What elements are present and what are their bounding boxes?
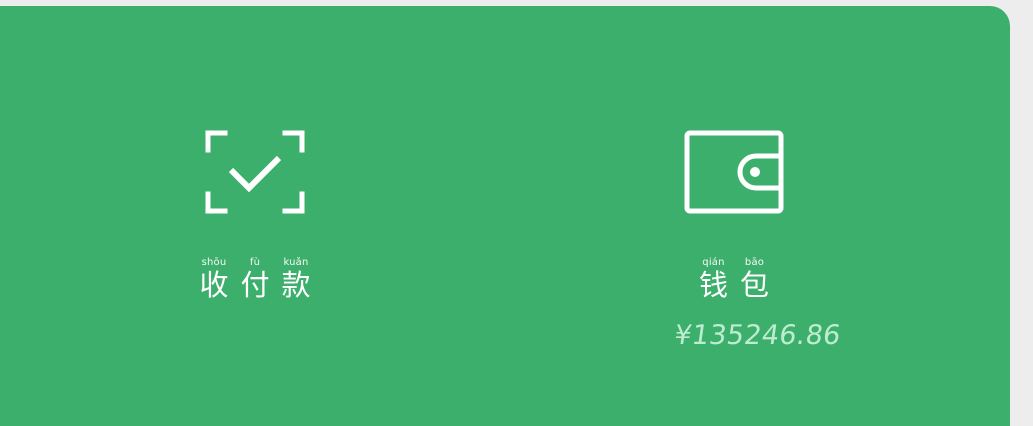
pinyin-text: shōu bbox=[201, 257, 227, 268]
pay-label: shōu 收 fù 付 kuǎn 款 bbox=[155, 258, 355, 300]
pinyin-text: fù bbox=[249, 257, 261, 268]
pinyin-text: kuǎn bbox=[283, 257, 309, 268]
hanzi-text: 包 bbox=[740, 268, 770, 302]
hanzi-text: 收 bbox=[199, 268, 229, 302]
wallet-char-1: qián 钱 bbox=[699, 258, 728, 300]
wallet-balance: ¥135246.86 bbox=[672, 320, 843, 351]
wallet-tile[interactable]: qián 钱 bāo 包 ¥135246.86 bbox=[505, 6, 1010, 426]
wallet-icon bbox=[684, 130, 784, 214]
hanzi-text: 钱 bbox=[698, 268, 728, 302]
hanzi-text: 款 bbox=[281, 268, 311, 302]
pay-char-1: shōu 收 bbox=[199, 258, 228, 300]
wallet-char-2: bāo 包 bbox=[740, 258, 769, 300]
pay-char-3: kuǎn 款 bbox=[282, 258, 311, 300]
scan-check-icon bbox=[205, 130, 305, 214]
pinyin-text: bāo bbox=[744, 257, 765, 268]
services-panel: shōu 收 fù 付 kuǎn 款 qián 钱 bāo 包 ¥135246.… bbox=[0, 6, 1010, 426]
wallet-label: qián 钱 bāo 包 bbox=[634, 258, 834, 300]
hanzi-text: 付 bbox=[240, 268, 270, 302]
pay-tile[interactable]: shōu 收 fù 付 kuǎn 款 bbox=[0, 6, 505, 426]
pay-char-2: fù 付 bbox=[240, 258, 269, 300]
pinyin-text: qián bbox=[702, 257, 725, 268]
